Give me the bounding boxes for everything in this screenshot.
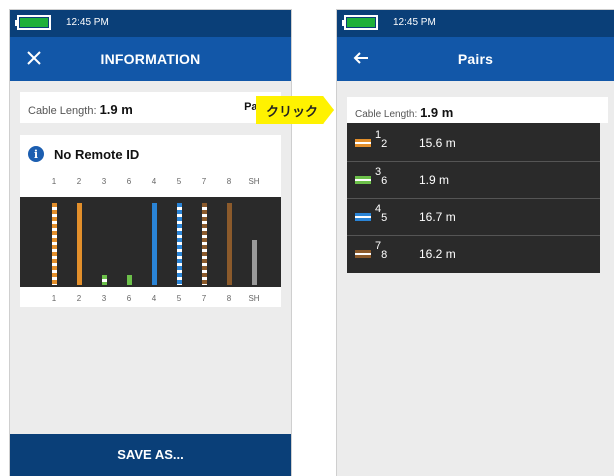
remote-id-title: No Remote ID [54, 146, 140, 162]
pair-number: 12 [375, 129, 387, 150]
wiremap-card: i No Remote ID 1 2 3 6 4 5 7 8 SH 1 2 3 6 4 5 7 8 SH [20, 135, 281, 307]
app-bar: INFORMATION [10, 37, 291, 81]
pair-row[interactable]: 45 16.7 m [347, 199, 600, 236]
pin-label: 4 [151, 294, 157, 303]
pair-pin-b: 5 [381, 212, 388, 224]
save-as-button[interactable]: SAVE AS... [10, 434, 291, 476]
page-title: INFORMATION [100, 51, 201, 67]
pair-number: 78 [375, 240, 387, 261]
status-time: 12:45 PM [66, 17, 109, 28]
pair-color-icon [355, 213, 371, 221]
pin-label: SH [248, 177, 260, 186]
pin-label: 1 [51, 294, 57, 303]
pair-number: 45 [375, 203, 387, 224]
wire-2 [77, 203, 82, 285]
pair-length: 16.7 m [419, 210, 456, 224]
pairs-screen: 12:45 PM Pairs Cable Length: 1.9 m 12 15.… [337, 10, 614, 476]
wiremap-panel [20, 197, 281, 287]
pin-label: 3 [101, 177, 107, 186]
pair-pin-b: 2 [381, 138, 388, 150]
battery-icon [15, 15, 51, 30]
pin-label: 3 [101, 294, 107, 303]
callout-text: クリック [266, 105, 319, 120]
status-time: 12:45 PM [393, 17, 436, 28]
pairs-table: 12 15.6 m 36 1.9 m 45 16.7 m 78 16.2 m [347, 123, 600, 273]
pin-label: SH [248, 294, 260, 303]
pair-color-icon [355, 176, 371, 184]
pair-length: 15.6 m [419, 136, 456, 150]
pair-number: 36 [375, 166, 387, 187]
pin-label: 7 [201, 177, 207, 186]
pin-label: 8 [226, 294, 232, 303]
wire-7 [202, 203, 207, 285]
pin-label: 6 [126, 177, 132, 186]
page-title: Pairs [457, 51, 494, 67]
pair-color-icon [355, 250, 371, 258]
wire-8 [227, 203, 232, 285]
wire-5 [177, 203, 182, 285]
pin-label: 7 [201, 294, 207, 303]
cable-length-row: Cable Length: 1.9 m Pairs [20, 92, 281, 123]
battery-icon [342, 15, 378, 30]
cable-length-value: 1.9 m [99, 102, 133, 117]
remote-id-header: i No Remote ID [28, 144, 139, 164]
status-bar: 12:45 PM [337, 10, 614, 37]
pin-label: 4 [151, 177, 157, 186]
cable-length-value: 1.9 m [420, 105, 454, 120]
pin-label: 2 [76, 294, 82, 303]
pair-pin-b: 6 [381, 175, 388, 187]
pair-row[interactable]: 12 15.6 m [347, 125, 600, 162]
cable-length-label: Cable Length: 1.9 m [355, 105, 454, 120]
pin-label: 5 [176, 294, 182, 303]
app-bar: Pairs [337, 37, 614, 81]
wire-4 [152, 203, 157, 285]
info-icon: i [28, 146, 44, 162]
pair-row[interactable]: 78 16.2 m [347, 236, 600, 272]
wire-1 [52, 203, 57, 285]
cable-length-label: Cable Length: 1.9 m [28, 102, 133, 117]
wire-SH [252, 240, 257, 285]
pin-label: 5 [176, 177, 182, 186]
pin-label: 1 [51, 177, 57, 186]
wire-3 [102, 275, 107, 285]
status-bar: 12:45 PM [10, 10, 291, 37]
pair-length: 1.9 m [419, 173, 450, 187]
cable-length-row: Cable Length: 1.9 m [347, 97, 608, 123]
pin-labels-top: 1 2 3 6 4 5 7 8 SH [20, 177, 281, 189]
pair-row[interactable]: 36 1.9 m [347, 162, 600, 199]
pin-label: 6 [126, 294, 132, 303]
pair-color-icon [355, 139, 371, 147]
information-screen: 12:45 PM INFORMATION Cable Length: 1.9 m… [10, 10, 291, 476]
pin-label: 2 [76, 177, 82, 186]
click-callout: クリック [256, 96, 334, 124]
pair-pin-b: 8 [381, 249, 388, 261]
pin-labels-bottom: 1 2 3 6 4 5 7 8 SH [20, 294, 281, 306]
pair-length: 16.2 m [419, 247, 456, 261]
pin-label: 8 [226, 177, 232, 186]
wire-6 [127, 275, 132, 285]
